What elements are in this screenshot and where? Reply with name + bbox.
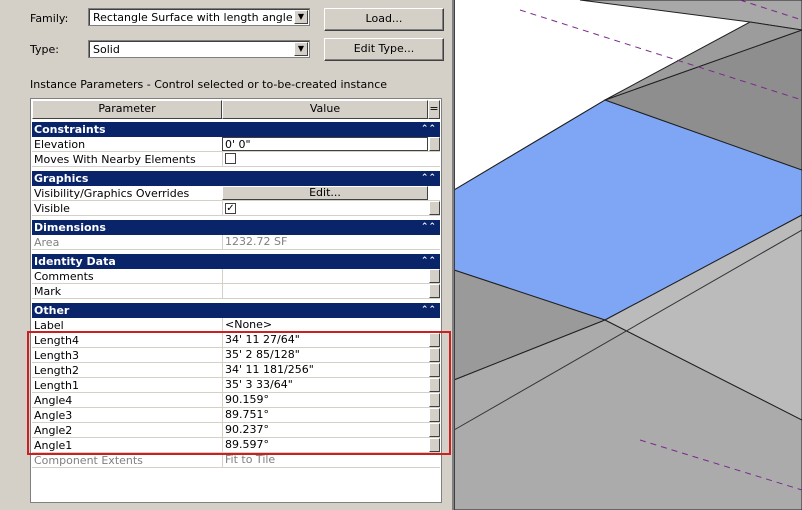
type-value: Solid [93, 43, 120, 56]
param-name: Label [34, 319, 64, 332]
type-label: Type: [30, 43, 59, 56]
section-title: Other [34, 304, 70, 317]
param-value[interactable]: 90.237° [222, 423, 428, 437]
collapse-icon[interactable]: ⌃⌃ [421, 122, 436, 137]
param-row-label[interactable]: Label <None> [32, 318, 440, 333]
row-button[interactable] [429, 137, 440, 151]
param-row[interactable]: Length2 34' 11 181/256" [32, 363, 440, 378]
param-row[interactable]: Length4 34' 11 27/64" [32, 333, 440, 348]
param-row[interactable]: Angle2 90.237° [32, 423, 440, 438]
mark-input[interactable] [222, 284, 428, 298]
collapse-icon[interactable]: ⌃⌃ [421, 303, 436, 318]
param-name: Angle3 [34, 409, 73, 422]
family-dropdown[interactable]: Rectangle Surface with length angle para… [88, 8, 310, 26]
chevron-down-icon[interactable]: ▼ [294, 10, 308, 24]
properties-panel: Family: Rectangle Surface with length an… [0, 0, 455, 510]
chevron-down-icon[interactable]: ▼ [294, 42, 308, 56]
section-constraints[interactable]: Constraints ⌃⌃ [32, 122, 440, 137]
row-button[interactable] [429, 408, 440, 422]
panel-border [452, 0, 455, 510]
section-dimensions[interactable]: Dimensions ⌃⌃ [32, 220, 440, 235]
grid-menu-button[interactable]: = [428, 100, 440, 119]
param-row[interactable]: Angle4 90.159° [32, 393, 440, 408]
param-name: Elevation [34, 138, 86, 151]
param-row-mark[interactable]: Mark [32, 284, 440, 299]
param-row-component-extents[interactable]: Component Extents Fit to Tile [32, 453, 440, 468]
param-value[interactable]: 35' 3 33/64" [222, 378, 428, 392]
param-row-visible[interactable]: Visible ✓ [32, 201, 440, 216]
row-button[interactable] [429, 269, 440, 283]
section-identity-data[interactable]: Identity Data ⌃⌃ [32, 254, 440, 269]
row-button[interactable] [429, 333, 440, 347]
family-label: Family: [30, 12, 69, 25]
elevation-input[interactable]: 0' 0" [222, 137, 428, 151]
type-dropdown[interactable]: Solid ▼ [88, 40, 310, 58]
parameter-grid: Parameter Value = Constraints ⌃⌃ Elevati… [30, 98, 442, 503]
param-value[interactable]: 89.751° [222, 408, 428, 422]
param-value[interactable]: 90.159° [222, 393, 428, 407]
param-name: Angle1 [34, 439, 73, 452]
param-name: Visibility/Graphics Overrides [34, 187, 190, 200]
section-title: Dimensions [34, 221, 106, 234]
param-row[interactable]: Angle1 89.597° [32, 438, 440, 453]
param-value: ✓ [222, 201, 428, 215]
param-row-elevation[interactable]: Elevation 0' 0" [32, 137, 440, 152]
param-name: Angle4 [34, 394, 73, 407]
section-graphics[interactable]: Graphics ⌃⌃ [32, 171, 440, 186]
section-title: Graphics [34, 172, 89, 185]
comments-input[interactable] [222, 269, 428, 283]
param-value[interactable]: 35' 2 85/128" [222, 348, 428, 362]
collapse-icon[interactable]: ⌃⌃ [421, 171, 436, 186]
row-button[interactable] [429, 378, 440, 392]
instance-caption: Instance Parameters - Control selected o… [30, 78, 388, 91]
param-value: Fit to Tile [222, 453, 428, 467]
collapse-icon[interactable]: ⌃⌃ [421, 254, 436, 269]
param-row-comments[interactable]: Comments [32, 269, 440, 284]
param-name: Length3 [34, 349, 79, 362]
row-button[interactable] [429, 363, 440, 377]
param-value[interactable]: 34' 11 27/64" [222, 333, 428, 347]
column-header-value[interactable]: Value [222, 100, 428, 119]
moves-checkbox[interactable] [225, 153, 236, 164]
edit-type-button[interactable]: Edit Type... [324, 38, 444, 61]
param-name: Length4 [34, 334, 79, 347]
section-other[interactable]: Other ⌃⌃ [32, 303, 440, 318]
param-name: Comments [34, 270, 94, 283]
param-row[interactable]: Angle3 89.751° [32, 408, 440, 423]
load-button[interactable]: Load... [324, 8, 444, 31]
param-row[interactable]: Length1 35' 3 33/64" [32, 378, 440, 393]
visible-checkbox[interactable]: ✓ [225, 203, 236, 214]
param-row-area[interactable]: Area 1232.72 SF [32, 235, 440, 250]
row-button[interactable] [429, 423, 440, 437]
param-name: Area [34, 236, 60, 249]
collapse-icon[interactable]: ⌃⌃ [421, 220, 436, 235]
param-name: Length1 [34, 379, 79, 392]
param-name: Mark [34, 285, 62, 298]
param-value: 1232.72 SF [222, 235, 428, 249]
param-value[interactable]: 34' 11 181/256" [222, 363, 428, 377]
row-button[interactable] [429, 393, 440, 407]
param-row-visibility-overrides[interactable]: Visibility/Graphics Overrides Edit... [32, 186, 440, 201]
family-value: Rectangle Surface with length angle para… [93, 11, 293, 24]
edit-overrides-button[interactable]: Edit... [222, 186, 428, 200]
row-button[interactable] [429, 348, 440, 362]
param-value[interactable]: <None> [222, 318, 428, 332]
section-title: Constraints [34, 123, 106, 136]
param-name: Angle2 [34, 424, 73, 437]
section-title: Identity Data [34, 255, 116, 268]
param-name: Visible [34, 202, 70, 215]
column-header-parameter[interactable]: Parameter [32, 100, 222, 119]
row-button[interactable] [429, 438, 440, 452]
row-button[interactable] [429, 284, 440, 298]
param-value[interactable]: 89.597° [222, 438, 428, 452]
row-button[interactable] [429, 201, 440, 215]
param-value [222, 152, 428, 166]
param-name: Moves With Nearby Elements [34, 153, 196, 166]
param-row-moves[interactable]: Moves With Nearby Elements [32, 152, 440, 167]
param-name: Component Extents [34, 454, 143, 467]
param-name: Length2 [34, 364, 79, 377]
param-row[interactable]: Length3 35' 2 85/128" [32, 348, 440, 363]
